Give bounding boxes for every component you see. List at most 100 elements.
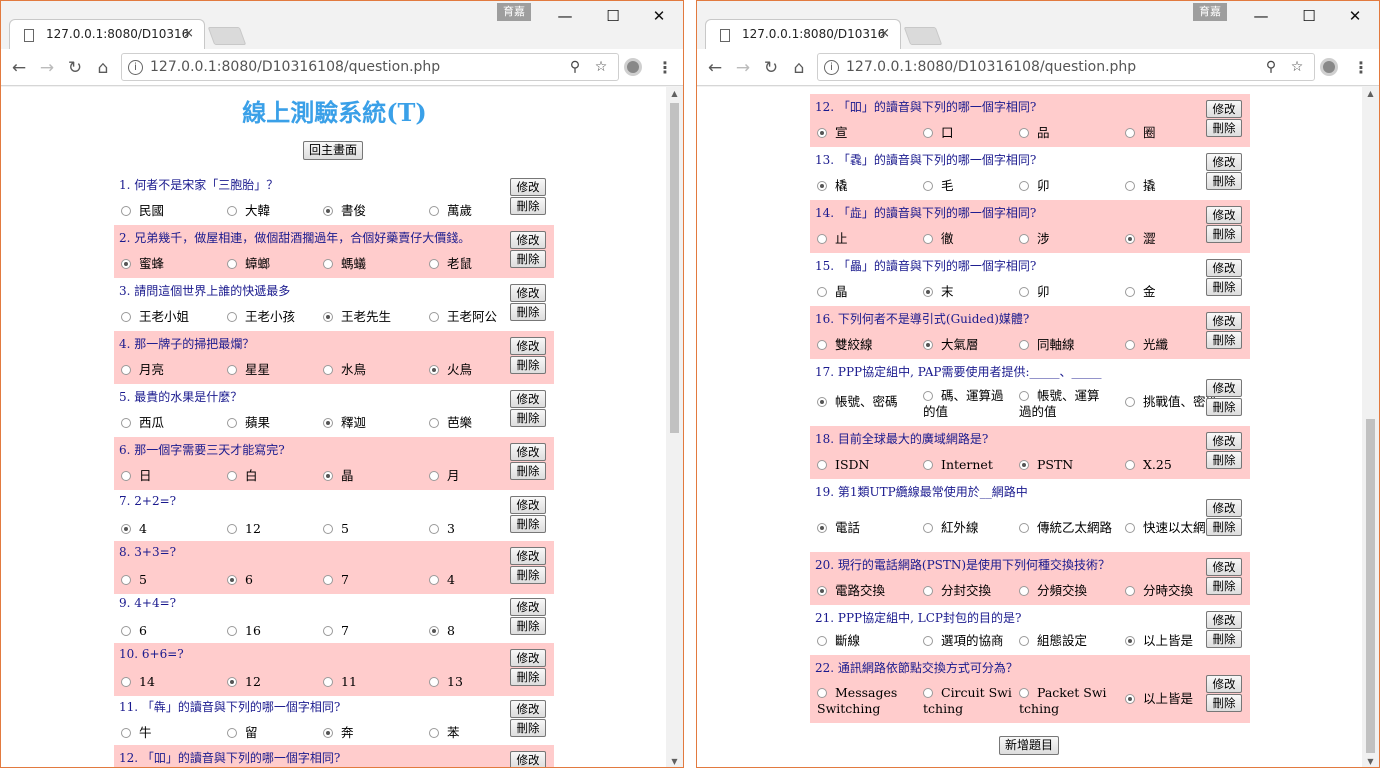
new-tab-button[interactable] (903, 27, 943, 45)
radio-button[interactable] (227, 471, 237, 481)
radio-button[interactable] (817, 340, 827, 350)
radio-button[interactable] (429, 418, 439, 428)
radio-button[interactable] (121, 728, 131, 738)
radio-button[interactable] (1125, 181, 1135, 191)
delete-button[interactable]: 刪除 (1206, 225, 1242, 243)
radio-button[interactable] (323, 206, 333, 216)
back-icon[interactable]: ← (7, 56, 31, 80)
edit-button[interactable]: 修改 (510, 284, 546, 302)
radio-button[interactable] (923, 287, 933, 297)
radio-button[interactable] (429, 312, 439, 322)
home-icon[interactable]: ⌂ (91, 56, 115, 80)
radio-button[interactable] (1019, 181, 1029, 191)
scroll-up-icon[interactable]: ▲ (1362, 87, 1379, 101)
delete-button[interactable]: 刪除 (1206, 577, 1242, 595)
edit-button[interactable]: 修改 (510, 178, 546, 196)
reload-icon[interactable]: ↻ (759, 56, 783, 80)
radio-button[interactable] (1125, 460, 1135, 470)
edit-button[interactable]: 修改 (510, 496, 546, 514)
delete-button[interactable]: 刪除 (510, 566, 546, 584)
delete-button[interactable]: 刪除 (510, 356, 546, 374)
scroll-down-icon[interactable]: ▼ (666, 755, 683, 767)
minimize-button[interactable]: — (549, 5, 581, 27)
delete-button[interactable]: 刪除 (1206, 119, 1242, 137)
radio-button[interactable] (1019, 586, 1029, 596)
radio-button[interactable] (121, 471, 131, 481)
delete-button[interactable]: 刪除 (1206, 630, 1242, 648)
delete-button[interactable]: 刪除 (510, 409, 546, 427)
browser-menu-icon[interactable]: ⋮ (1353, 56, 1369, 80)
radio-button[interactable] (227, 575, 237, 585)
radio-button[interactable] (429, 626, 439, 636)
close-window-button[interactable]: ✕ (643, 5, 675, 27)
radio-button[interactable] (227, 626, 237, 636)
radio-button[interactable] (429, 259, 439, 269)
delete-button[interactable]: 刪除 (1206, 451, 1242, 469)
radio-button[interactable] (121, 365, 131, 375)
radio-button[interactable] (121, 524, 131, 534)
radio-button[interactable] (323, 575, 333, 585)
radio-button[interactable] (227, 365, 237, 375)
tab-close-icon[interactable]: × (879, 26, 890, 41)
back-icon[interactable]: ← (703, 56, 727, 80)
close-window-button[interactable]: ✕ (1339, 5, 1371, 27)
edit-button[interactable]: 修改 (1206, 259, 1242, 277)
radio-button[interactable] (1019, 287, 1029, 297)
delete-button[interactable]: 刪除 (1206, 398, 1242, 416)
radio-button[interactable] (817, 234, 827, 244)
radio-button[interactable] (429, 471, 439, 481)
scrollbar-thumb[interactable] (1366, 419, 1375, 753)
radio-button[interactable] (121, 575, 131, 585)
delete-button[interactable]: 刪除 (510, 617, 546, 635)
url-text[interactable]: 127.0.0.1:8080/D10316108/question.php (846, 59, 1136, 75)
radio-button[interactable] (817, 287, 827, 297)
home-icon[interactable]: ⌂ (787, 56, 811, 80)
delete-button[interactable]: 刪除 (510, 462, 546, 480)
browser-tab[interactable]: 127.0.0.1:8080/D10316 × (9, 19, 205, 49)
radio-button[interactable] (121, 418, 131, 428)
radio-button[interactable] (1125, 694, 1135, 704)
radio-button[interactable] (1125, 636, 1135, 646)
maximize-button[interactable]: ☐ (1293, 5, 1325, 27)
radio-button[interactable] (923, 636, 933, 646)
radio-button[interactable] (1019, 460, 1029, 470)
radio-button[interactable] (227, 677, 237, 687)
edit-button[interactable]: 修改 (1206, 153, 1242, 171)
home-page-button[interactable]: 回主畫面 (303, 141, 364, 160)
radio-button[interactable] (817, 397, 827, 407)
zoom-icon[interactable]: ⚲ (1262, 58, 1280, 76)
radio-button[interactable] (923, 523, 933, 533)
radio-button[interactable] (121, 312, 131, 322)
radio-button[interactable] (1019, 234, 1029, 244)
radio-button[interactable] (121, 259, 131, 269)
radio-button[interactable] (323, 626, 333, 636)
edit-button[interactable]: 修改 (510, 547, 546, 565)
radio-button[interactable] (429, 728, 439, 738)
radio-button[interactable] (429, 524, 439, 534)
radio-button[interactable] (323, 259, 333, 269)
address-bar[interactable]: i 127.0.0.1:8080/D10316108/question.php … (121, 53, 619, 81)
delete-button[interactable]: 刪除 (1206, 331, 1242, 349)
info-icon[interactable]: i (824, 60, 839, 75)
edit-button[interactable]: 修改 (510, 649, 546, 667)
add-question-button[interactable]: 新增題目 (999, 736, 1060, 755)
radio-button[interactable] (227, 524, 237, 534)
radio-button[interactable] (227, 728, 237, 738)
radio-button[interactable] (323, 418, 333, 428)
scrollbar[interactable]: ▲ ▼ (666, 87, 683, 767)
url-text[interactable]: 127.0.0.1:8080/D10316108/question.php (150, 59, 440, 75)
radio-button[interactable] (923, 128, 933, 138)
radio-button[interactable] (121, 677, 131, 687)
edit-button[interactable]: 修改 (1206, 611, 1242, 629)
radio-button[interactable] (923, 340, 933, 350)
radio-button[interactable] (1019, 523, 1029, 533)
radio-button[interactable] (1125, 234, 1135, 244)
radio-button[interactable] (817, 636, 827, 646)
bookmark-star-icon[interactable]: ☆ (1288, 58, 1306, 76)
radio-button[interactable] (817, 181, 827, 191)
extension-icon[interactable] (1320, 58, 1338, 76)
delete-button[interactable]: 刪除 (1206, 278, 1242, 296)
edit-button[interactable]: 修改 (510, 700, 546, 718)
edit-button[interactable]: 修改 (1206, 312, 1242, 330)
delete-button[interactable]: 刪除 (1206, 172, 1242, 190)
